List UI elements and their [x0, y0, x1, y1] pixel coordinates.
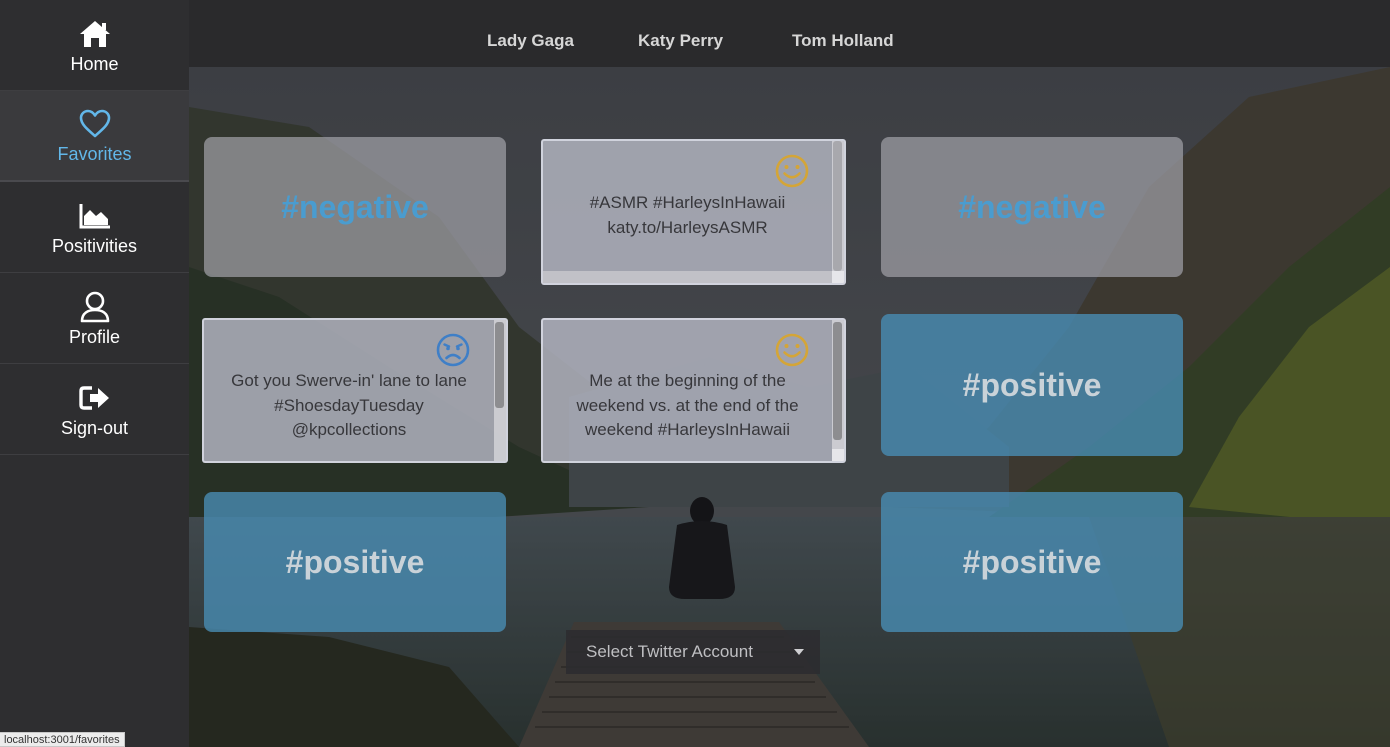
- sidebar-item-sign-out[interactable]: Sign-out: [0, 364, 189, 455]
- sidebar-item-label: Favorites: [57, 144, 132, 164]
- home-icon: [75, 16, 115, 52]
- hashtag-label: #positive: [962, 366, 1102, 403]
- tab-katy-perry[interactable]: Katy Perry: [638, 31, 723, 51]
- happy-face-icon: [774, 332, 810, 368]
- hashtag-card-positive[interactable]: #positive: [881, 314, 1183, 456]
- hashtag-label: #negative: [958, 188, 1106, 225]
- horizontal-scrollbar[interactable]: [543, 271, 832, 283]
- hashtag-label: #positive: [285, 543, 425, 580]
- sidebar: Home Favorites Positivities Profile Sign…: [0, 0, 189, 747]
- hashtag-label: #positive: [962, 543, 1102, 580]
- sidebar-item-favorites[interactable]: Favorites: [0, 91, 189, 182]
- scroll-corner: [832, 271, 844, 283]
- sidebar-item-label: Profile: [68, 326, 121, 347]
- top-nav: Lady Gaga Katy Perry Tom Holland: [189, 0, 1390, 67]
- tab-tom-holland[interactable]: Tom Holland: [792, 31, 894, 51]
- sad-face-icon: [435, 332, 471, 368]
- hashtag-card-negative[interactable]: #negative: [204, 137, 506, 277]
- caret-down-icon: [794, 649, 804, 655]
- tweet-text: Me at the beginning of the weekend vs. a…: [576, 371, 799, 439]
- sign-out-icon: [75, 380, 115, 416]
- happy-face-icon: [774, 153, 810, 189]
- vertical-scrollbar[interactable]: [832, 320, 844, 461]
- hashtag-label: #negative: [281, 188, 429, 225]
- select-placeholder: Select Twitter Account: [586, 642, 753, 661]
- hashtag-card-positive[interactable]: #positive: [204, 492, 506, 632]
- sidebar-item-label: Sign-out: [60, 417, 129, 438]
- sidebar-item-home[interactable]: Home: [0, 0, 189, 91]
- hashtag-card-positive[interactable]: #positive: [881, 492, 1183, 632]
- tweet-text: #ASMR #HarleysInHawaii katy.to/HarleysAS…: [589, 193, 786, 237]
- twitter-account-select[interactable]: Select Twitter Account: [566, 630, 820, 674]
- heart-icon: [75, 106, 115, 142]
- tweet-card[interactable]: Me at the beginning of the weekend vs. a…: [541, 318, 846, 463]
- sidebar-item-positivities[interactable]: Positivities: [0, 182, 189, 273]
- scrollbar-thumb[interactable]: [495, 322, 504, 408]
- status-bar-url: localhost:3001/favorites: [0, 732, 125, 747]
- vertical-scrollbar[interactable]: [494, 320, 506, 461]
- vertical-scrollbar[interactable]: [832, 141, 844, 283]
- scroll-corner: [832, 449, 844, 461]
- sidebar-item-label: Home: [70, 53, 119, 74]
- tweet-text: Got you Swerve-in' lane to lane #Shoesda…: [231, 371, 467, 439]
- hashtag-card-negative[interactable]: #negative: [881, 137, 1183, 277]
- scrollbar-thumb[interactable]: [833, 141, 842, 271]
- tweet-card[interactable]: Got you Swerve-in' lane to lane #Shoesda…: [202, 318, 508, 463]
- user-icon: [75, 289, 115, 325]
- area-chart-icon: [75, 198, 115, 234]
- sidebar-item-label: Positivities: [51, 235, 138, 256]
- tab-lady-gaga[interactable]: Lady Gaga: [487, 31, 574, 51]
- tweet-card[interactable]: #ASMR #HarleysInHawaii katy.to/HarleysAS…: [541, 139, 846, 285]
- sidebar-item-profile[interactable]: Profile: [0, 273, 189, 364]
- scrollbar-thumb[interactable]: [833, 322, 842, 440]
